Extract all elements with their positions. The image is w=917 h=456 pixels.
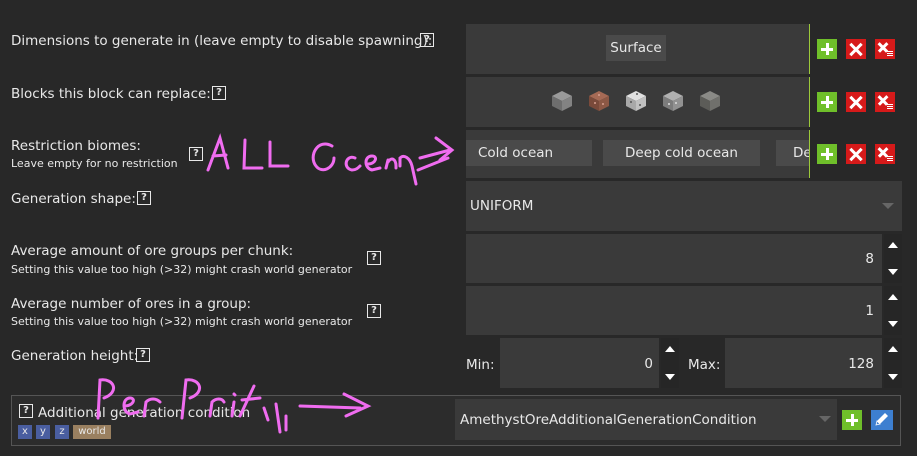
decrement-arrow-icon[interactable]: [884, 311, 902, 336]
blocks-help-icon[interactable]: ?: [212, 86, 226, 100]
shape-value: UNIFORM: [470, 198, 534, 214]
tuff-block-icon[interactable]: [698, 89, 722, 113]
chevron-down-icon: [882, 203, 894, 209]
biomes-remove-button[interactable]: [846, 144, 866, 164]
stone-block-icon[interactable]: [550, 89, 574, 113]
height-max-input[interactable]: 128: [725, 338, 882, 388]
biomes-clear-button[interactable]: [875, 144, 895, 164]
condition-value: AmethystOreAdditionalGenerationCondition: [460, 412, 757, 428]
ores-label: Average number of ores in a group:: [11, 296, 252, 312]
shape-label: Generation shape:: [11, 191, 136, 207]
blocks-remove-button[interactable]: [846, 92, 866, 112]
condition-edit-button[interactable]: [871, 410, 893, 430]
blocks-list: [466, 77, 809, 127]
blocks-clear-button[interactable]: [875, 92, 895, 112]
groups-label: Average amount of ore groups per chunk:: [11, 243, 294, 259]
condition-tag-z: z: [55, 425, 69, 439]
ores-help-icon[interactable]: ?: [367, 304, 381, 318]
biomes-sublabel: Leave empty for no restriction: [11, 157, 178, 170]
shape-help-icon[interactable]: ?: [137, 191, 151, 205]
dimensions-label: Dimensions to generate in (leave empty t…: [11, 33, 433, 49]
shape-dropdown[interactable]: UNIFORM: [466, 181, 902, 231]
biomes-label: Restriction biomes:: [11, 138, 141, 154]
decrement-arrow-icon[interactable]: [884, 259, 902, 284]
chevron-down-icon: [819, 416, 831, 422]
pencil-icon: [875, 413, 888, 426]
height-label: Generation height:: [11, 348, 139, 364]
ores-input[interactable]: 1: [466, 286, 882, 335]
groups-help-icon[interactable]: ?: [367, 251, 381, 265]
biomes-list: Cold ocean Deep cold ocean De: [466, 130, 809, 178]
biome-chip-deep-cold-ocean[interactable]: Deep cold ocean: [603, 140, 760, 166]
height-help-icon[interactable]: ?: [136, 348, 150, 362]
height-min-value: 0: [644, 356, 653, 372]
dimensions-add-button[interactable]: [817, 39, 837, 59]
condition-tag-y: y: [36, 425, 50, 439]
increment-arrow-icon[interactable]: [661, 338, 679, 363]
height-min-label: Min:: [466, 357, 495, 373]
dimensions-list: Surface: [466, 24, 809, 74]
annotation-ocean: [206, 133, 455, 186]
list-divider: [809, 130, 810, 178]
diorite-block-icon[interactable]: [624, 89, 648, 113]
condition-add-button[interactable]: [842, 410, 862, 430]
height-min-stepper[interactable]: [661, 338, 679, 388]
increment-arrow-icon[interactable]: [884, 234, 902, 259]
groups-value: 8: [865, 251, 874, 267]
condition-tag-x: x: [18, 425, 32, 439]
dimensions-help-icon[interactable]: ?: [420, 33, 434, 47]
biomes-add-button[interactable]: [817, 144, 837, 164]
blocks-add-button[interactable]: [817, 92, 837, 112]
granite-block-icon[interactable]: [587, 89, 611, 113]
list-divider: [809, 24, 810, 74]
dimensions-remove-button[interactable]: [846, 39, 866, 59]
groups-input[interactable]: 8: [466, 234, 882, 283]
height-min-input[interactable]: 0: [500, 338, 659, 388]
height-max-stepper[interactable]: [884, 338, 902, 388]
ores-value: 1: [865, 303, 874, 319]
blocks-label: Blocks this block can replace:: [11, 86, 211, 102]
dimension-chip-surface[interactable]: Surface: [606, 35, 666, 61]
ores-stepper[interactable]: [884, 286, 902, 335]
increment-arrow-icon[interactable]: [884, 338, 902, 363]
groups-sublabel: Setting this value too high (>32) might …: [11, 263, 353, 276]
annotation-per-point: [96, 378, 372, 434]
decrement-arrow-icon[interactable]: [661, 363, 679, 388]
condition-help-icon[interactable]: ?: [19, 404, 33, 418]
biome-chip-partial[interactable]: De: [776, 140, 809, 166]
height-max-label: Max:: [688, 357, 721, 373]
decrement-arrow-icon[interactable]: [884, 363, 902, 388]
biome-chip-cold-ocean[interactable]: Cold ocean: [466, 140, 592, 166]
ores-sublabel: Setting this value too high (>32) might …: [11, 315, 353, 328]
list-divider: [809, 77, 810, 127]
andesite-block-icon[interactable]: [661, 89, 685, 113]
condition-dropdown[interactable]: AmethystOreAdditionalGenerationCondition: [455, 399, 837, 440]
height-max-value: 128: [848, 356, 874, 372]
groups-stepper[interactable]: [884, 234, 902, 283]
increment-arrow-icon[interactable]: [884, 286, 902, 311]
dimensions-clear-button[interactable]: [875, 39, 895, 59]
